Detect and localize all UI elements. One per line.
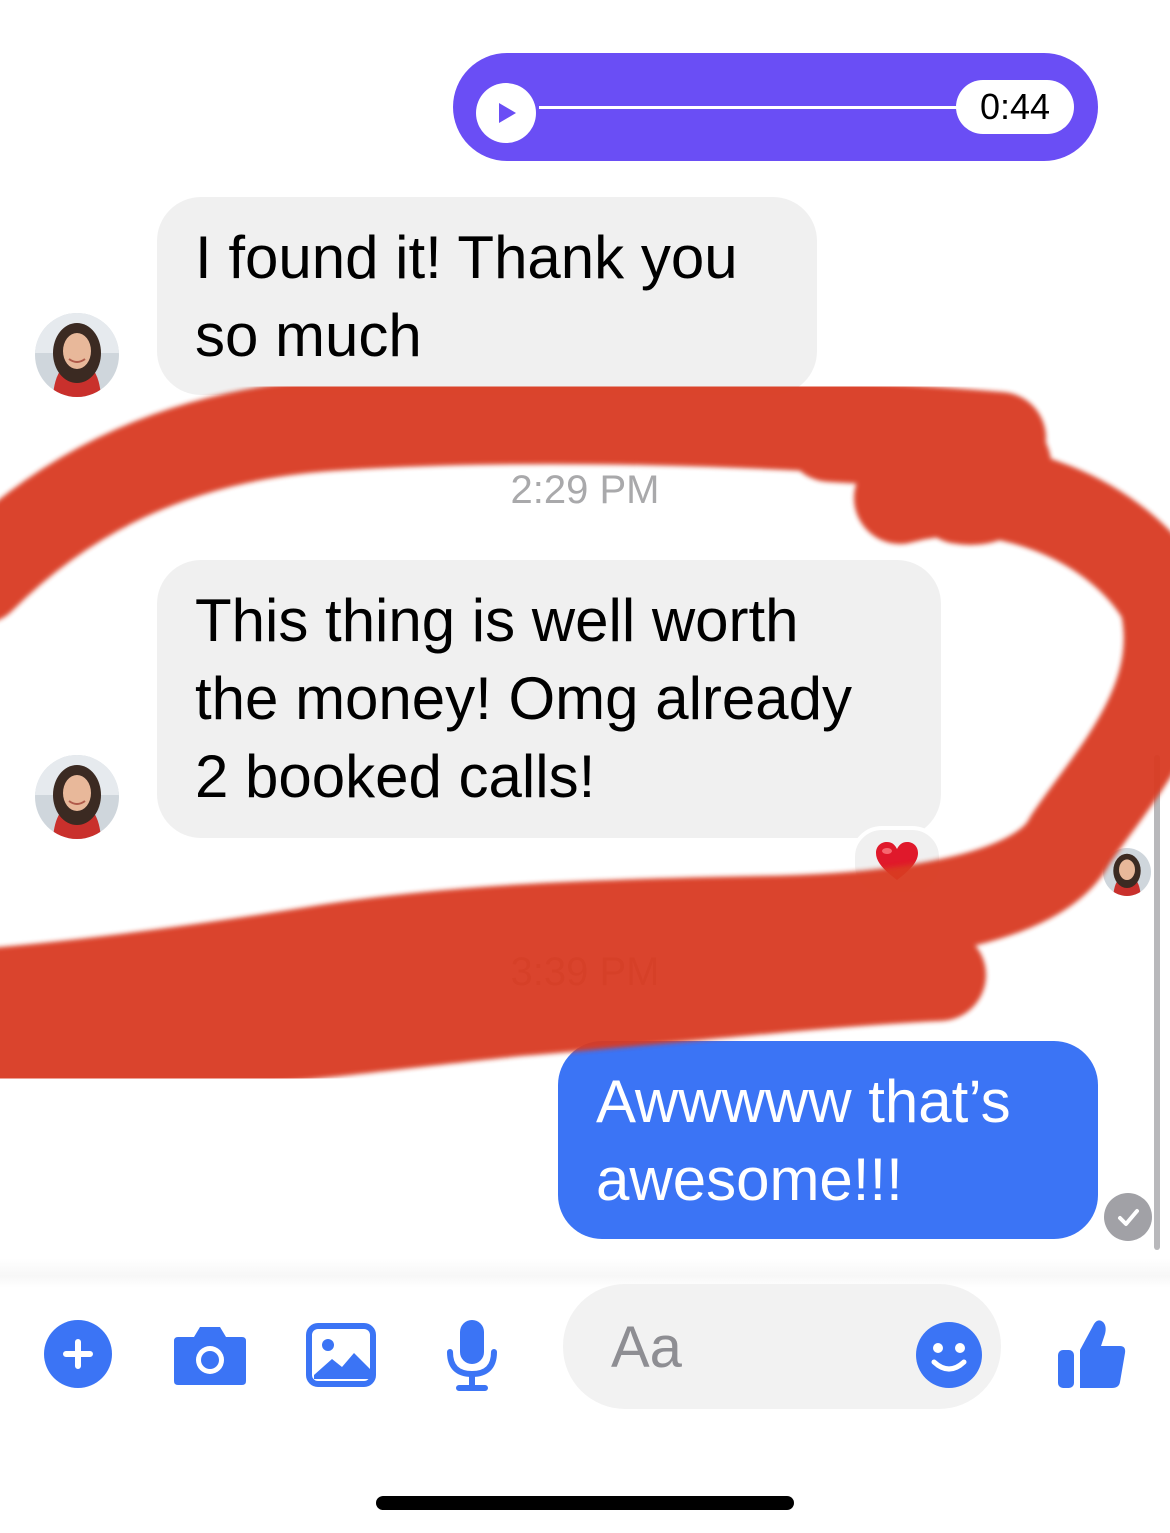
contact-photo [35,313,119,397]
plus-button[interactable] [44,1320,112,1388]
message-bubble[interactable]: This thing is well worth the money! Omg … [157,560,941,838]
message-line: Awwwww that’s [596,1068,1011,1135]
delivered-check-icon [1104,1193,1152,1241]
contact-photo [1103,848,1151,896]
message-line: awesome!!! [596,1146,903,1213]
microphone-icon [447,1320,497,1391]
camera-icon [174,1327,246,1385]
message-line: the money! Omg already [195,665,852,732]
voice-message[interactable]: 0:44 [453,53,1098,161]
composer-divider [0,1258,1170,1288]
timestamp: 3:39 PM [510,950,660,994]
emoji-button[interactable] [914,1320,984,1390]
contact-photo [35,755,119,839]
emoji-icon [916,1322,982,1388]
avatar[interactable] [35,755,119,839]
gallery-button[interactable] [306,1323,376,1387]
message-line: so much [195,302,422,369]
message-line: 2 booked calls! [195,743,596,810]
camera-button[interactable] [172,1323,248,1387]
avatar[interactable] [35,313,119,397]
gallery-icon [306,1323,376,1387]
message-bubble[interactable]: Awwwww that’s awesome!!! [558,1041,1098,1239]
like-button[interactable] [1050,1314,1130,1394]
heart-icon [876,842,918,880]
message-input-placeholder: Aa [611,1315,682,1380]
play-button[interactable] [476,83,536,143]
message-line: This thing is well worth [195,587,799,654]
plus-icon [63,1339,93,1369]
message-bubble[interactable]: I found it! Thank you so much [157,197,817,395]
message-line: I found it! Thank you [195,224,738,291]
microphone-button[interactable] [443,1318,501,1392]
reaction-badge[interactable] [851,826,943,896]
scrollbar[interactable] [1154,755,1160,1250]
audio-duration: 0:44 [956,80,1074,134]
read-receipt-avatar [1103,848,1151,896]
audio-progress-track[interactable] [539,106,959,109]
home-indicator[interactable] [376,1496,794,1510]
play-icon [499,103,516,123]
timestamp: 2:29 PM [510,468,660,512]
thumbs-up-icon [1058,1320,1126,1388]
